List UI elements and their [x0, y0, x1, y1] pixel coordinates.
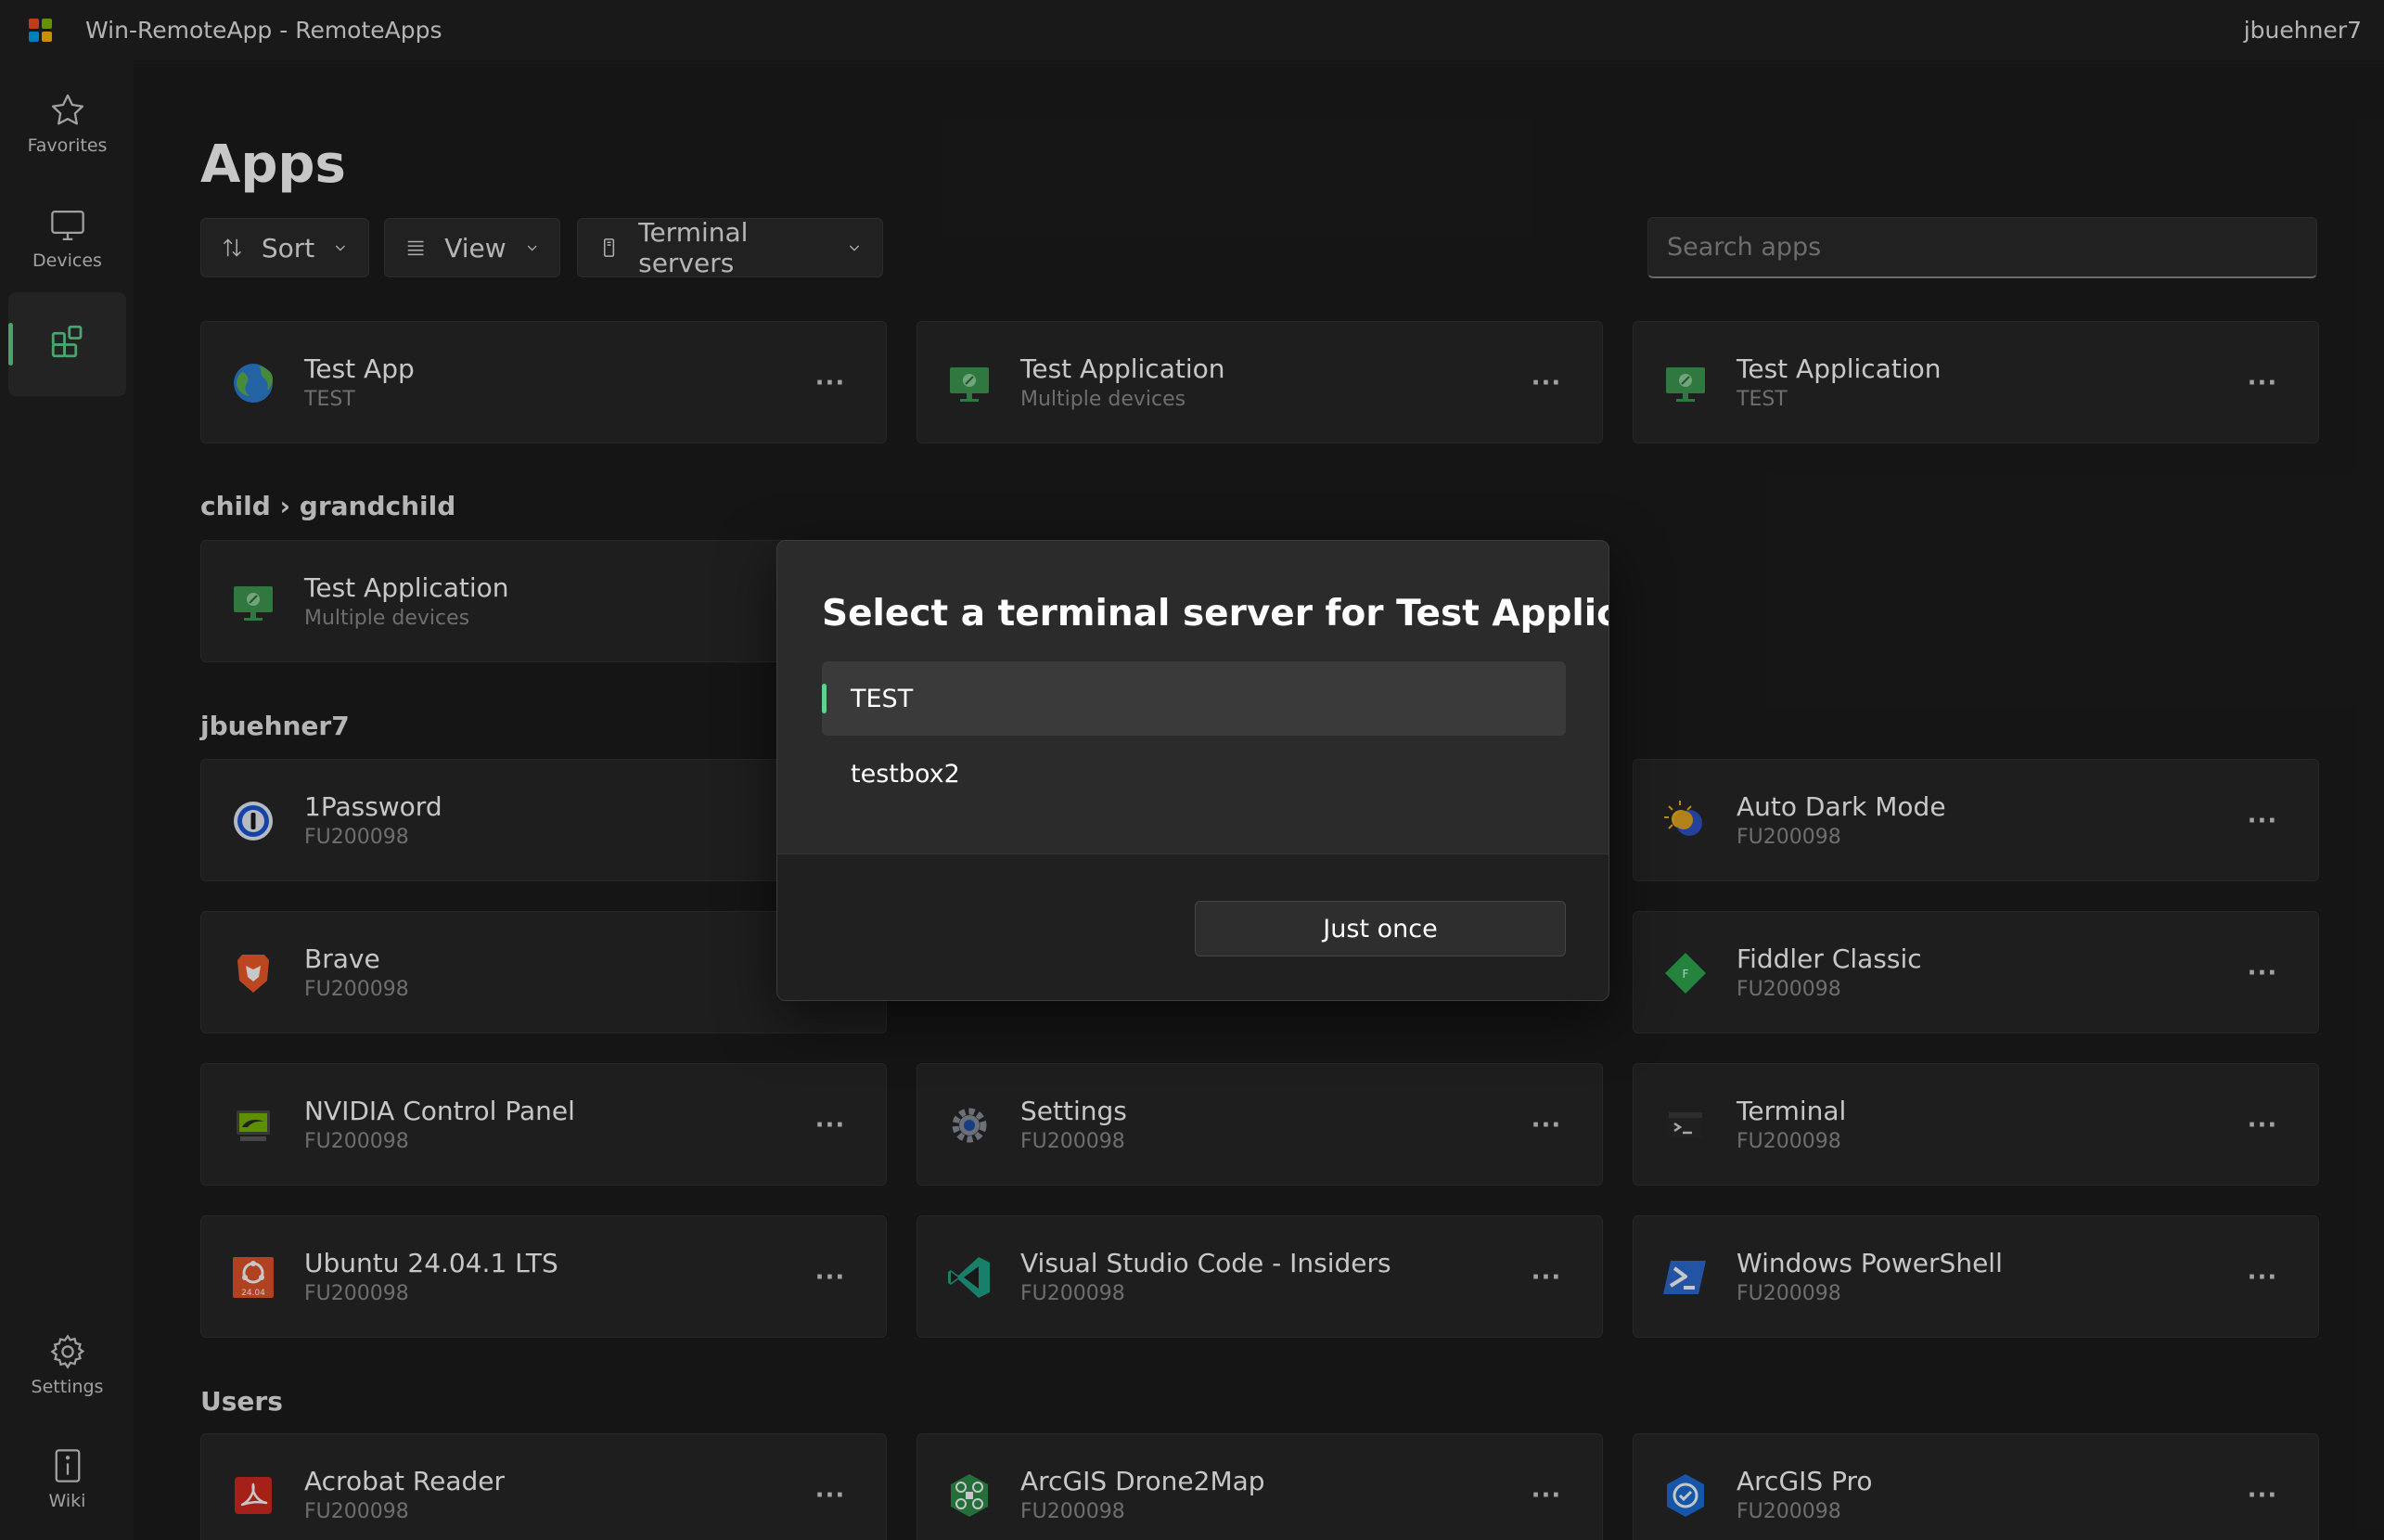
terminal-server-dialog: Select a terminal server for Test Applic…	[776, 540, 1609, 1001]
dialog-title: Select a terminal server for Test Applic…	[822, 593, 1609, 635]
dialog-footer: Just once	[777, 853, 1609, 1000]
server-option-test[interactable]: TEST	[822, 661, 1566, 736]
server-option-testbox2[interactable]: testbox2	[822, 737, 1566, 811]
just-once-button[interactable]: Just once	[1195, 901, 1566, 956]
